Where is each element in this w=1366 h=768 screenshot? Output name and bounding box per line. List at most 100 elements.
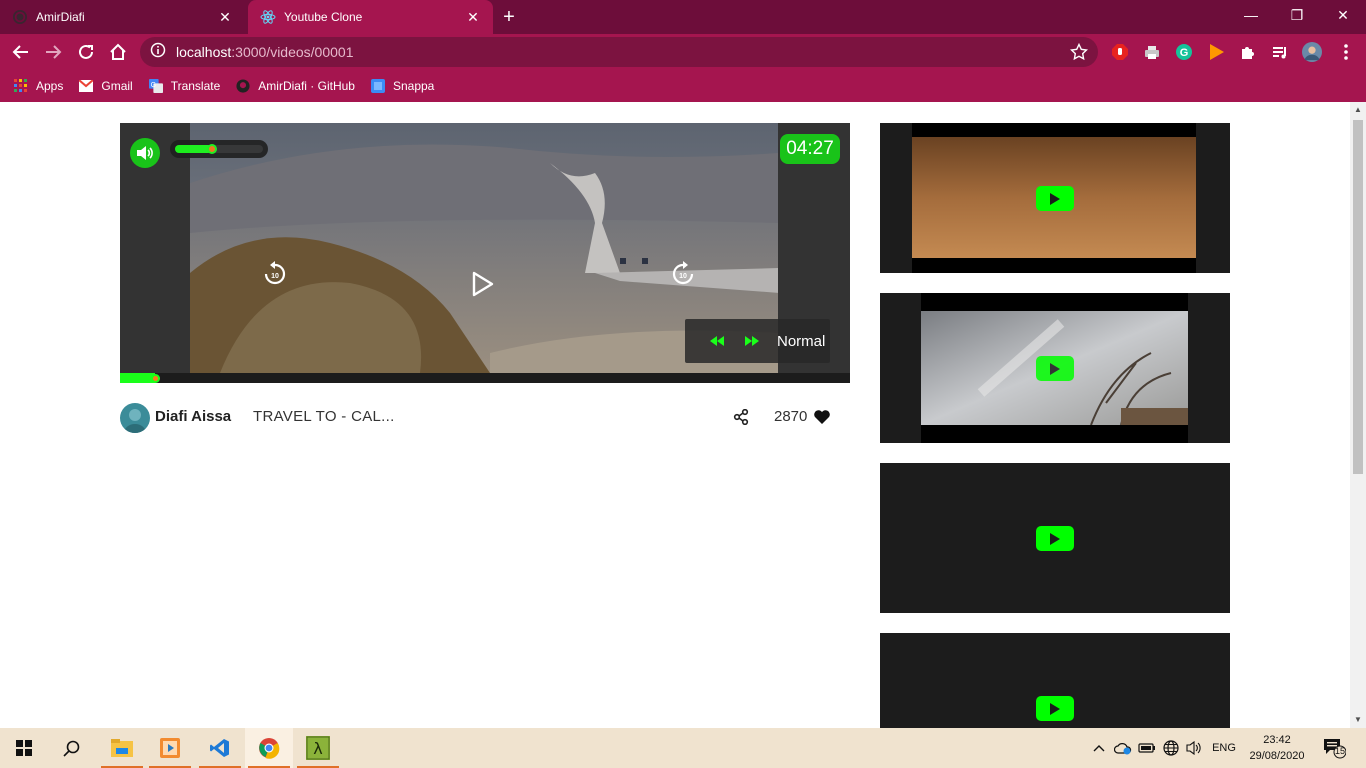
page-scrollbar[interactable]: ▲ ▼ [1350, 102, 1366, 728]
share-icon[interactable] [733, 408, 751, 427]
video-title: TRAVEL TO - CAL... [253, 408, 395, 425]
search-icon[interactable] [48, 728, 96, 768]
printer-icon[interactable] [1142, 42, 1162, 62]
battery-icon[interactable] [1136, 728, 1158, 768]
adblock-icon[interactable] [1110, 42, 1130, 62]
svg-text:G: G [150, 82, 155, 89]
bookmark-gmail[interactable]: Gmail [79, 79, 133, 93]
progress-knob[interactable] [151, 374, 161, 383]
play-icon [472, 271, 494, 297]
star-icon[interactable] [1069, 42, 1089, 66]
show-hidden-icons-chevron-icon[interactable] [1088, 728, 1110, 768]
browser-toolbar: localhost:3000/videos/00001 G [0, 34, 1366, 70]
bookmarks-bar: Apps Gmail G Translate AmirDiafi · GitHu… [0, 70, 1366, 102]
scroll-down-icon[interactable]: ▼ [1350, 712, 1366, 728]
scroll-up-icon[interactable]: ▲ [1350, 102, 1366, 118]
slower-button[interactable] [705, 331, 729, 351]
volume-speaker-icon[interactable] [1183, 728, 1205, 768]
action-center-icon[interactable]: 15 [1318, 728, 1350, 768]
author-name[interactable]: Diafi Aissa [155, 408, 231, 425]
address-bar[interactable]: localhost:3000/videos/00001 [140, 37, 1098, 67]
volume-knob[interactable] [206, 144, 217, 154]
volume-button[interactable] [130, 138, 160, 168]
play-badge-icon[interactable] [1036, 526, 1074, 551]
volume-slider[interactable] [170, 140, 268, 158]
forward-arrow-icon[interactable] [41, 40, 65, 64]
network-globe-icon[interactable] [1160, 728, 1182, 768]
svg-text:10: 10 [679, 273, 687, 280]
fast-forward-icon [745, 336, 759, 346]
restore-button[interactable]: ❐ [1274, 0, 1320, 30]
url-text: localhost:3000/videos/00001 [176, 44, 354, 60]
time-badge: 04:27 [780, 134, 840, 164]
forward-10-icon: 10 [672, 261, 694, 285]
chrome-icon[interactable] [245, 728, 293, 768]
forward-10-button[interactable]: 10 [669, 260, 697, 288]
play-badge-icon[interactable] [1036, 356, 1074, 381]
speaker-icon [137, 146, 153, 160]
lambda-app-icon[interactable]: λ [294, 728, 342, 768]
tab-youtube-clone[interactable]: Youtube Clone ✕ [248, 0, 493, 34]
speed-control: Normal [685, 319, 830, 363]
faster-button[interactable] [740, 331, 764, 351]
svg-text:10: 10 [271, 273, 279, 280]
close-icon[interactable]: ✕ [465, 9, 481, 25]
bookmark-apps[interactable]: Apps [14, 79, 63, 93]
bookmark-translate[interactable]: G Translate [148, 79, 221, 93]
puzzle-extensions-icon[interactable] [1238, 42, 1258, 62]
heart-icon[interactable] [813, 409, 831, 427]
menu-dots-icon[interactable] [1336, 42, 1356, 62]
speed-label[interactable]: Normal [777, 333, 825, 350]
related-video-thumbnail[interactable] [880, 123, 1230, 273]
tab-title: Youtube Clone [284, 10, 363, 24]
tab-amirdiafi[interactable]: AmirDiafi ✕ [0, 0, 245, 34]
back-arrow-icon[interactable] [9, 40, 33, 64]
reload-icon[interactable] [74, 40, 98, 64]
vscode-icon[interactable] [196, 728, 244, 768]
profile-avatar-icon[interactable] [1302, 42, 1322, 62]
video-player[interactable]: 04:27 10 10 Normal [120, 123, 850, 383]
snappa-icon [370, 79, 385, 93]
close-icon[interactable]: ✕ [217, 9, 233, 25]
media-player-icon[interactable] [146, 728, 194, 768]
related-video-thumbnail[interactable] [880, 463, 1230, 613]
system-clock[interactable]: 23:42 29/08/2020 [1242, 732, 1312, 764]
rewind-10-button[interactable]: 10 [261, 260, 289, 288]
github-icon [236, 79, 250, 93]
home-icon[interactable] [106, 40, 130, 64]
bookmark-github[interactable]: AmirDiafi · GitHub [236, 79, 355, 93]
play-button[interactable] [468, 267, 498, 301]
close-window-button[interactable]: ✕ [1320, 0, 1366, 30]
onedrive-sync-icon[interactable] [1112, 728, 1134, 768]
progress-bar[interactable] [120, 373, 850, 383]
play-extension-icon[interactable] [1206, 42, 1226, 62]
bookmark-label: Gmail [101, 79, 133, 93]
play-badge-icon[interactable] [1036, 696, 1074, 721]
windows-start-icon[interactable] [0, 728, 48, 768]
clock-time: 23:42 [1263, 734, 1291, 746]
video-meta: Diafi Aissa TRAVEL TO - CAL... 2870 [120, 402, 850, 434]
like-count: 2870 [774, 408, 808, 425]
file-explorer-icon[interactable] [98, 728, 146, 768]
media-queue-icon[interactable] [1270, 42, 1290, 62]
bookmark-label: Translate [170, 79, 221, 93]
related-video-thumbnail[interactable] [880, 633, 1230, 728]
notification-count: 15 [1334, 746, 1345, 756]
bookmark-snappa[interactable]: Snappa [370, 79, 434, 93]
scroll-thumb[interactable] [1353, 120, 1363, 474]
minimize-button[interactable]: — [1228, 0, 1274, 30]
react-icon [260, 9, 276, 25]
grammarly-icon[interactable]: G [1174, 42, 1194, 62]
new-tab-button[interactable]: + [498, 6, 520, 28]
related-video-thumbnail[interactable] [880, 293, 1230, 443]
play-badge-icon[interactable] [1036, 186, 1074, 211]
fast-rewind-icon [710, 336, 724, 346]
info-icon[interactable] [150, 42, 166, 63]
page-viewport: 04:27 10 10 Normal Diafi Aissa TRAVEL TO… [0, 102, 1366, 728]
input-language[interactable]: ENG [1208, 728, 1240, 768]
svg-text:G: G [1180, 47, 1189, 59]
browser-tab-bar: AmirDiafi ✕ Youtube Clone ✕ + — ❐ ✕ [0, 0, 1366, 34]
translate-icon: G [148, 79, 163, 93]
avatar[interactable] [120, 403, 150, 433]
windows-taskbar: λ ENG 23:42 29/08/2020 15 [0, 728, 1366, 768]
